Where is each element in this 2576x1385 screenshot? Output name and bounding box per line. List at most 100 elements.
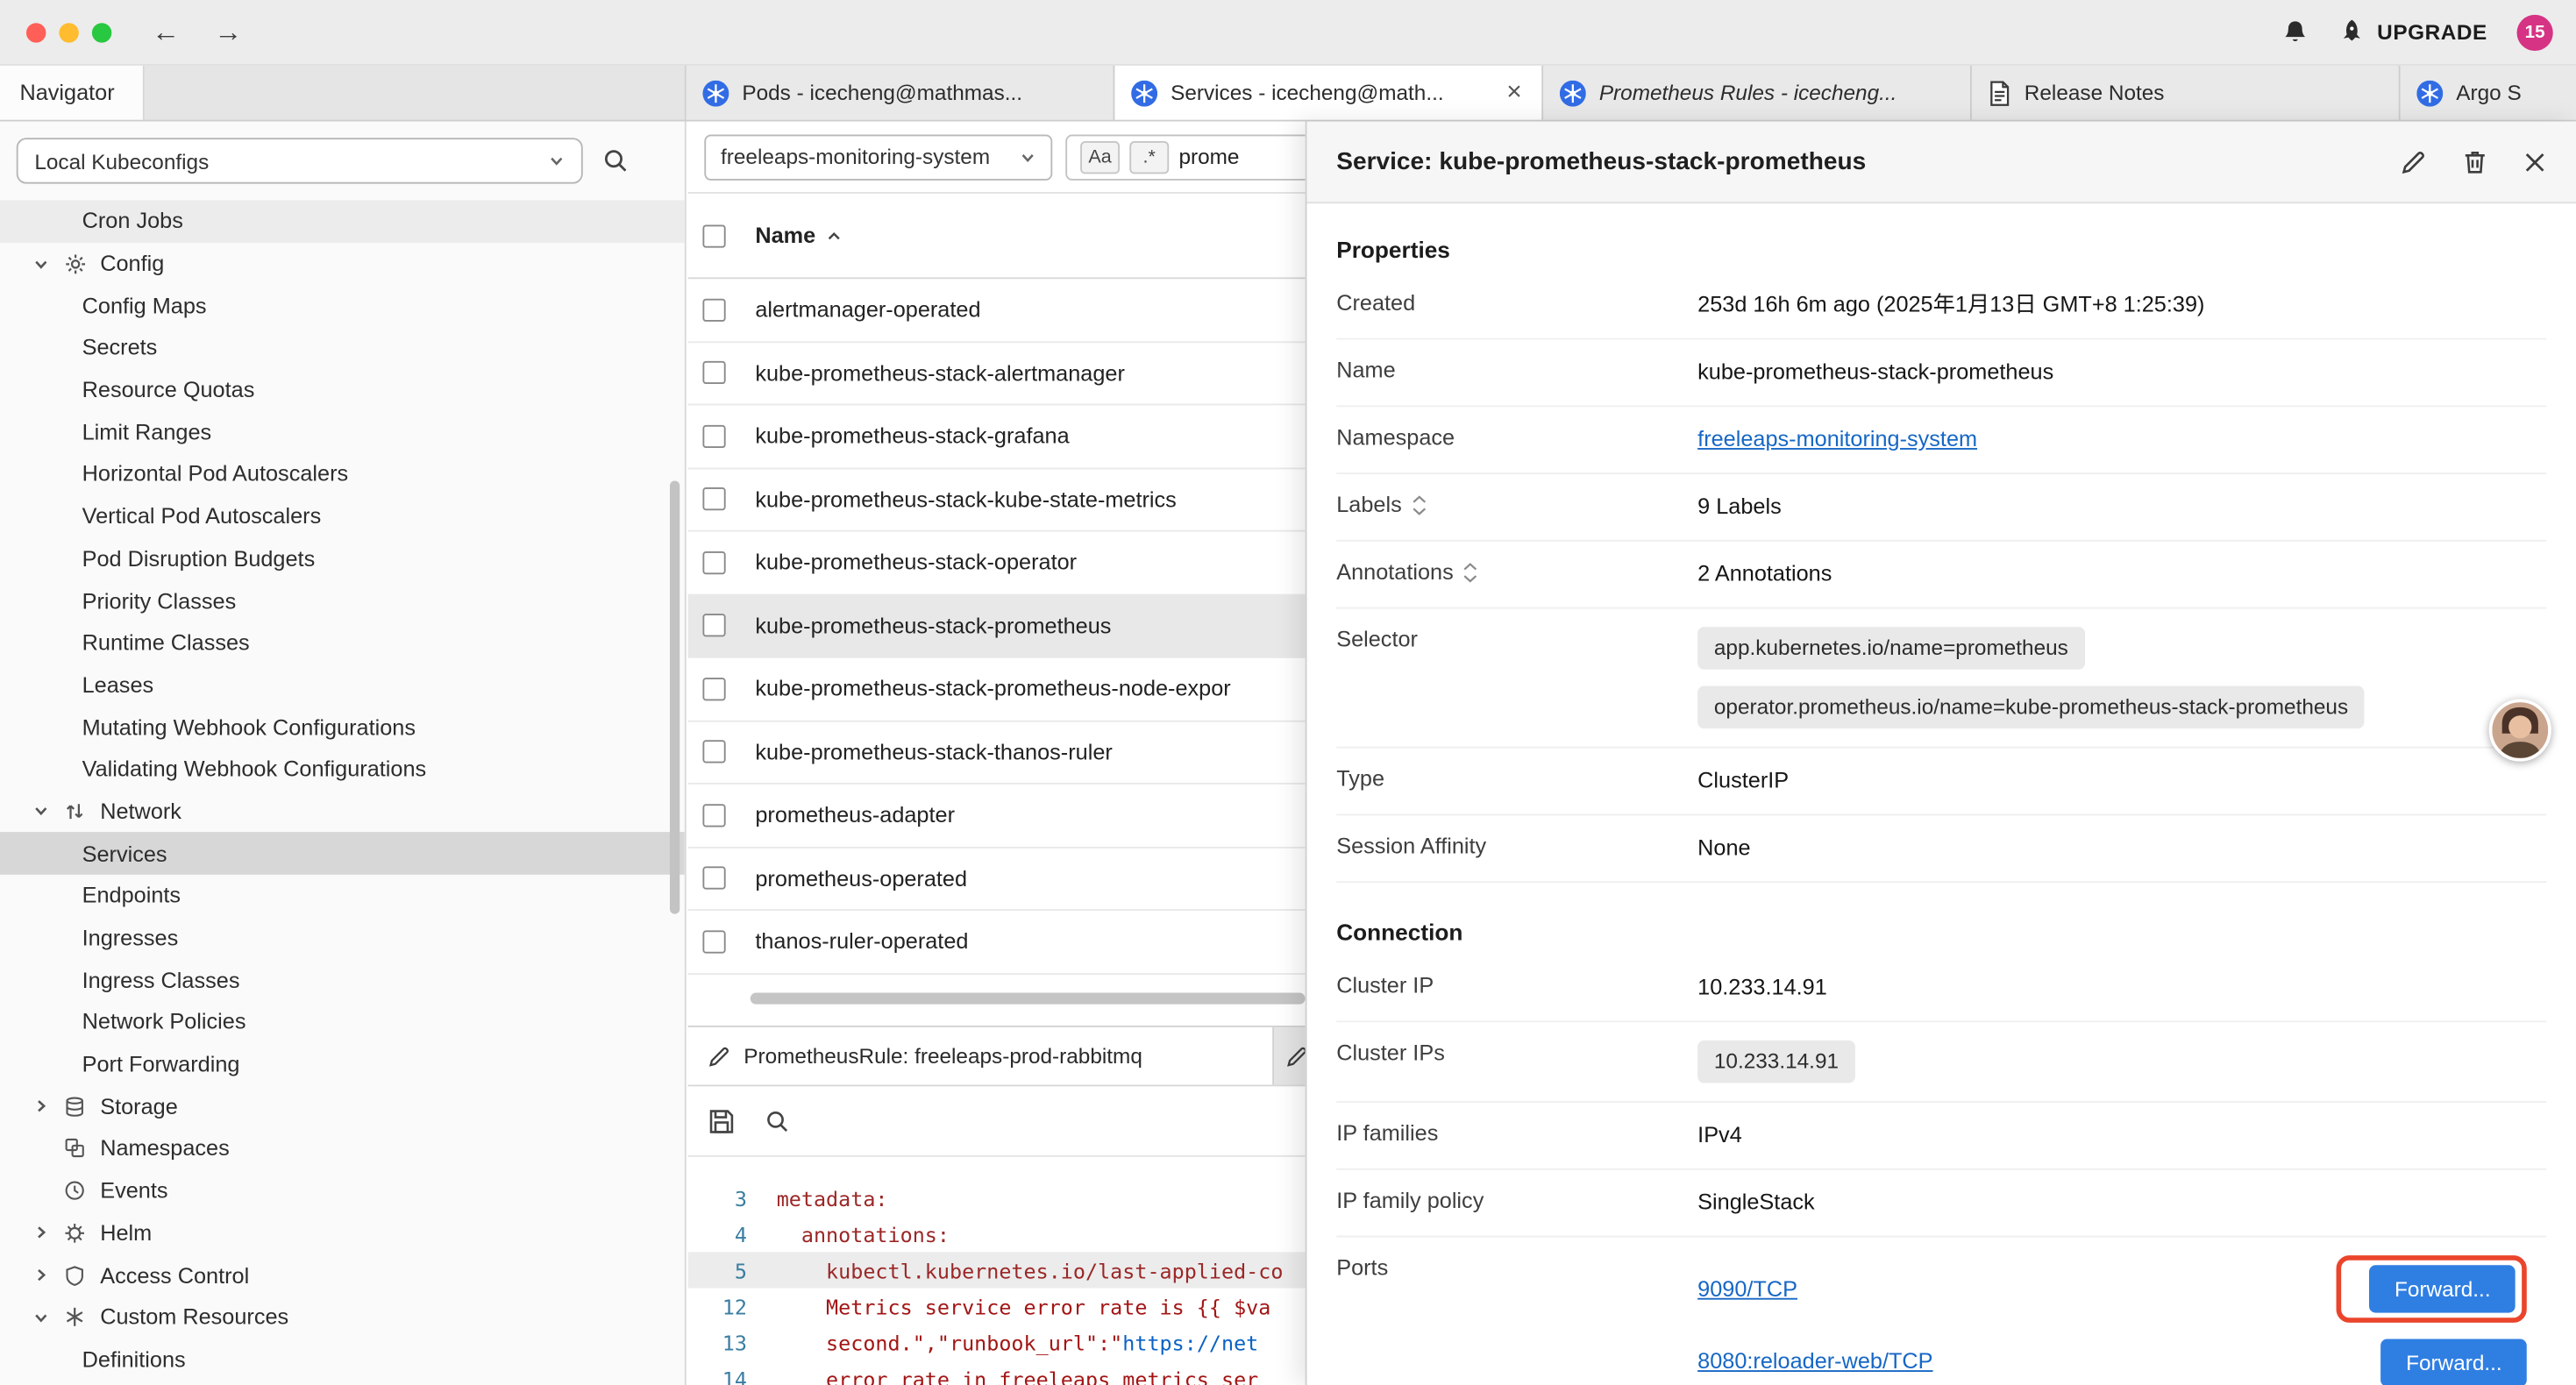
selector-chip: app.kubernetes.io/name=prometheus	[1697, 627, 2084, 670]
close-window-button[interactable]	[26, 22, 46, 41]
horizontal-scrollbar[interactable]	[751, 993, 1306, 1005]
sidebar-item-priority-classes[interactable]: Priority Classes	[0, 579, 685, 621]
sidebar-item-vertical-pod-autoscalers[interactable]: Vertical Pod Autoscalers	[0, 495, 685, 537]
sidebar-item-config[interactable]: Config	[0, 242, 685, 284]
forward-icon[interactable]: →	[210, 16, 246, 48]
network-icon	[64, 800, 100, 821]
tab-release-notes[interactable]: Release Notes	[1972, 66, 2401, 120]
tab-label: Prometheus Rules - icecheng...	[1599, 81, 1953, 105]
minimize-window-button[interactable]	[59, 22, 78, 41]
row-checkbox[interactable]	[702, 741, 725, 764]
kubernetes-icon	[702, 80, 729, 106]
upgrade-button[interactable]: UPGRADE	[2338, 18, 2487, 46]
row-checkbox[interactable]	[702, 424, 725, 447]
sidebar-item-config-maps[interactable]: Config Maps	[0, 285, 685, 327]
sidebar-item-leases[interactable]: Leases	[0, 664, 685, 706]
pencil-icon	[708, 1045, 730, 1068]
forward-button[interactable]: Forward...	[2381, 1339, 2527, 1385]
sidebar-item-port-forwarding[interactable]: Port Forwarding	[0, 1043, 685, 1085]
notifications-bell-icon[interactable]	[2282, 18, 2309, 46]
sidebar-item-resource-quotas[interactable]: Resource Quotas	[0, 369, 685, 411]
port-line: 9090/TCP Forward...	[1697, 1255, 2546, 1323]
tab-prometheus-rules[interactable]: Prometheus Rules - icecheng...	[1543, 66, 1972, 120]
config-icon	[64, 252, 100, 274]
row-checkbox[interactable]	[702, 487, 725, 510]
row-checkbox[interactable]	[702, 930, 725, 953]
row-checkbox[interactable]	[702, 551, 725, 574]
sidebar-item-pod-disruption-budgets[interactable]: Pod Disruption Budgets	[0, 537, 685, 579]
expand-collapse-icon[interactable]	[1412, 494, 1427, 514]
kubeconfig-selector-value: Local Kubeconfigs	[34, 148, 209, 173]
sidebar-toolbar: Local Kubeconfigs	[0, 122, 685, 201]
sidebar-item-network-policies[interactable]: Network Policies	[0, 1001, 685, 1043]
row-checkbox[interactable]	[702, 678, 725, 700]
port-link[interactable]: 8080:reloader-web/TCP	[1697, 1347, 1932, 1377]
chevron-right-icon	[32, 1098, 64, 1115]
row-checkbox[interactable]	[702, 614, 725, 637]
port-link[interactable]: 9090/TCP	[1697, 1275, 1797, 1304]
sidebar-item-definitions[interactable]: Definitions	[0, 1339, 685, 1381]
app-window: ← → UPGRADE 15 Navigator Pods - i	[0, 0, 2576, 1385]
sidebar-item-helm[interactable]: Helm	[0, 1211, 685, 1254]
sidebar-item-namespaces[interactable]: Namespaces	[0, 1127, 685, 1169]
navigator-panel-tab[interactable]: Navigator	[0, 66, 145, 120]
sidebar-item-storage[interactable]: Storage	[0, 1085, 685, 1127]
sidebar-item-custom-resources[interactable]: Custom Resources	[0, 1296, 685, 1339]
edit-pencil-icon[interactable]	[2401, 148, 2427, 174]
labels-count: 9 Labels	[1697, 493, 2546, 522]
sidebar-item-runtime-classes[interactable]: Runtime Classes	[0, 621, 685, 664]
assistant-avatar[interactable]	[2489, 699, 2551, 761]
row-checkbox[interactable]	[702, 298, 725, 321]
sidebar-item-network[interactable]: Network	[0, 791, 685, 833]
sidebar-item-access-control[interactable]: Access Control	[0, 1254, 685, 1296]
row-checkbox[interactable]	[702, 804, 725, 827]
sidebar-item-validating-webhook-configurations[interactable]: Validating Webhook Configurations	[0, 749, 685, 791]
namespaces-icon	[64, 1138, 100, 1159]
sidebar-item-events[interactable]: Events	[0, 1169, 685, 1211]
sidebar-item-cron-jobs[interactable]: Cron Jobs	[0, 200, 685, 242]
editor-tab-prometheusrule[interactable]: PrometheusRule: freeleaps-prod-rabbitmq	[688, 1027, 1274, 1085]
sidebar-item-endpoints[interactable]: Endpoints	[0, 875, 685, 917]
sidebar-item-ingresses[interactable]: Ingresses	[0, 917, 685, 959]
expand-collapse-icon[interactable]	[1463, 562, 1478, 581]
search-icon[interactable]	[765, 1109, 790, 1133]
chevron-down-icon	[548, 153, 565, 169]
traffic-lights	[0, 22, 111, 41]
sidebar-item-mutating-webhook-configurations[interactable]: Mutating Webhook Configurations	[0, 706, 685, 748]
window-titlebar: ← → UPGRADE 15	[0, 0, 2576, 66]
row-checkbox[interactable]	[702, 361, 725, 384]
sidebar-item-limit-ranges[interactable]: Limit Ranges	[0, 411, 685, 453]
forward-button[interactable]: Forward...	[2370, 1265, 2516, 1312]
namespace-link[interactable]: freeleaps-monitoring-system	[1697, 427, 1977, 451]
sidebar-scrollbar[interactable]	[670, 480, 680, 913]
editor-tab-label: PrometheusRule: freeleaps-prod-rabbitmq	[744, 1044, 1142, 1069]
tab-argo[interactable]: Argo S	[2401, 66, 2576, 120]
notification-count-badge[interactable]: 15	[2517, 14, 2553, 50]
storage-icon	[64, 1096, 100, 1117]
namespace-filter-value: freeleaps-monitoring-system	[721, 145, 990, 169]
close-icon[interactable]	[2523, 150, 2546, 173]
regex-toggle[interactable]: .*	[1129, 140, 1169, 173]
close-tab-icon[interactable]: ×	[1504, 78, 1526, 108]
drawer-body: Properties Created 253d 16h 6m ago (2025…	[1307, 203, 2576, 1385]
sidebar-item-ingress-classes[interactable]: Ingress Classes	[0, 959, 685, 1001]
save-icon[interactable]	[708, 1107, 736, 1135]
sidebar-item-services[interactable]: Services	[0, 833, 685, 875]
back-icon[interactable]: ←	[148, 16, 184, 48]
tab-pods[interactable]: Pods - icecheng@mathmas...	[687, 66, 1115, 120]
kubeconfig-selector[interactable]: Local Kubeconfigs	[17, 138, 583, 183]
select-all-checkbox[interactable]	[702, 224, 725, 247]
type-value: ClusterIP	[1697, 766, 2546, 796]
sidebar-item-secrets[interactable]: Secrets	[0, 327, 685, 369]
row-checkbox[interactable]	[702, 867, 725, 890]
zoom-window-button[interactable]	[92, 22, 111, 41]
search-icon[interactable]	[602, 147, 629, 174]
namespace-filter-dropdown[interactable]: freeleaps-monitoring-system	[704, 134, 1052, 180]
sidebar-item-horizontal-pod-autoscalers[interactable]: Horizontal Pod Autoscalers	[0, 453, 685, 495]
name-column-header[interactable]: Name	[755, 224, 842, 248]
properties-section-title: Properties	[1336, 237, 2546, 263]
tab-services[interactable]: Services - icecheng@math... ×	[1114, 66, 1543, 120]
highlight-annotation-box: Forward...	[2337, 1255, 2526, 1323]
match-case-toggle[interactable]: Aa	[1080, 140, 1120, 173]
trash-icon[interactable]	[2463, 148, 2487, 174]
